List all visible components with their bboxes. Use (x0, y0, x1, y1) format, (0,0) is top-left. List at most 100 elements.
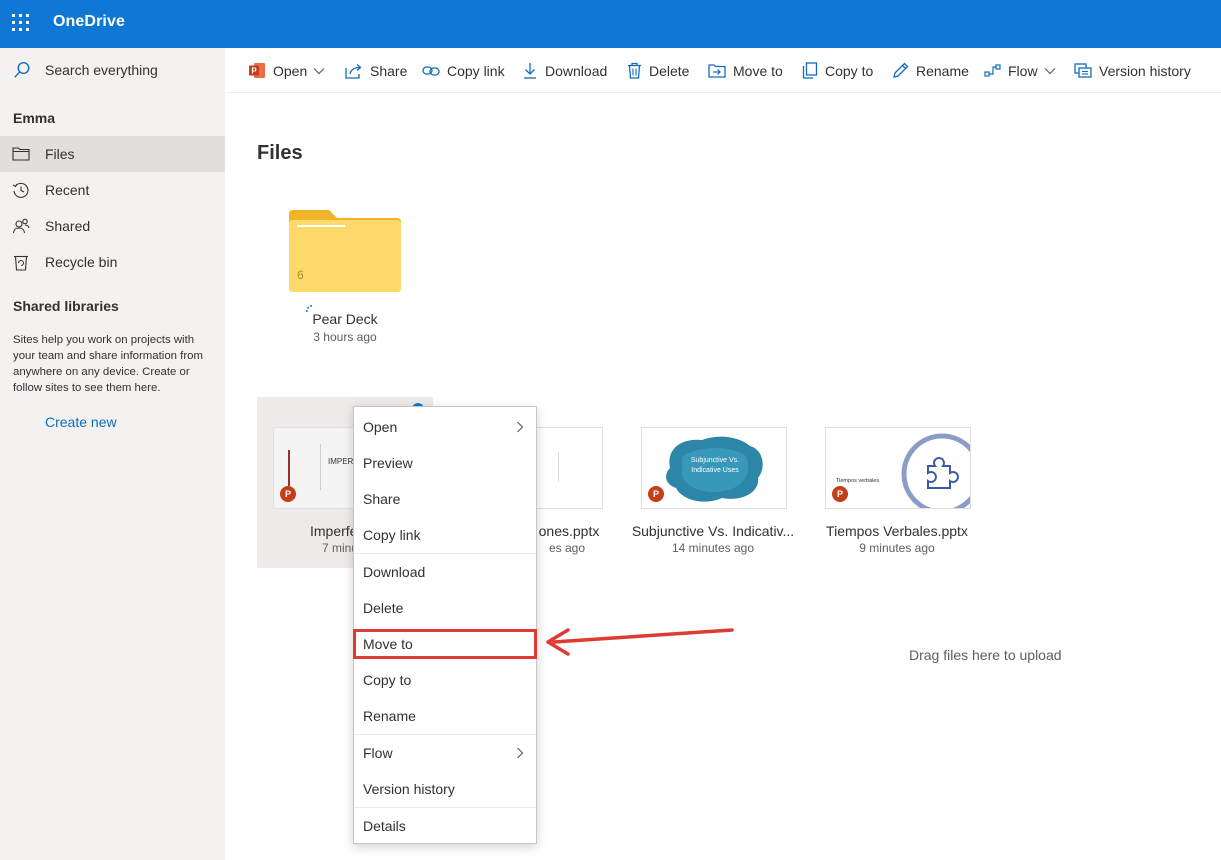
menu-item-label: Move to (363, 636, 413, 652)
version-history-icon (1074, 63, 1092, 78)
menu-item-delete[interactable]: Delete (354, 590, 536, 626)
share-icon (345, 63, 362, 79)
open-label: Open (273, 62, 308, 79)
version-history-label: Version history (1099, 62, 1191, 79)
recycle-bin-icon (13, 255, 28, 271)
menu-item-preview[interactable]: Preview (354, 445, 536, 481)
share-button[interactable]: Share (345, 48, 407, 93)
command-bar: Search everything P Open Share Copy link… (0, 48, 1221, 93)
delete-button[interactable]: Delete (627, 48, 689, 93)
drag-files-hint: Drag files here to upload (909, 647, 1062, 663)
left-nav: Emma Files Recent Shared Recycle bin Sha… (0, 93, 225, 860)
app-launcher-icon[interactable] (12, 14, 30, 32)
svg-text:P: P (251, 67, 257, 76)
sidebar-item-label: Recent (45, 182, 90, 198)
chevron-right-icon (517, 421, 524, 433)
rename-label: Rename (916, 62, 969, 79)
file-name: Subjunctive Vs. Indicativ... (631, 523, 795, 539)
menu-item-rename[interactable]: Rename (354, 698, 536, 734)
chevron-down-icon (1044, 67, 1055, 74)
folder-modified: 3 hours ago (313, 330, 377, 344)
rename-button[interactable]: Rename (892, 48, 969, 93)
search-placeholder: Search everything (45, 62, 158, 78)
link-icon (422, 65, 440, 76)
menu-item-label: Delete (363, 600, 404, 616)
menu-item-share[interactable]: Share (354, 481, 536, 517)
thumbnail-text: Subjunctive Vs. Indicative Uses (690, 457, 740, 474)
sidebar-item-label: Shared (45, 218, 91, 234)
file-modified: 9 minutes ago (859, 541, 935, 555)
menu-item-download[interactable]: Download (354, 554, 536, 590)
chevron-right-icon (517, 747, 524, 759)
menu-item-copy-link[interactable]: Copy link (354, 517, 536, 553)
share-label: Share (370, 62, 408, 79)
menu-item-label: Share (363, 491, 401, 507)
folder-tile-pear-deck[interactable]: 6 (285, 206, 405, 296)
move-to-button[interactable]: Move to (708, 48, 783, 93)
search-input[interactable]: Search everything (0, 48, 225, 93)
menu-item-label: Copy to (363, 672, 412, 688)
menu-item-label: Version history (363, 781, 455, 797)
shared-libraries-description: Sites help you work on projects with you… (13, 334, 203, 394)
context-menu: Open Preview Share Copy link Download De… (353, 406, 537, 844)
sidebar-item-recent[interactable]: Recent (0, 172, 225, 208)
copy-to-icon (802, 62, 818, 79)
flow-button[interactable]: Flow (984, 48, 1056, 93)
menu-item-version-history[interactable]: Version history (354, 771, 536, 807)
sidebar-item-recycle-bin[interactable]: Recycle bin (0, 244, 225, 280)
app-title[interactable]: OneDrive (53, 13, 125, 31)
copy-to-button[interactable]: Copy to (802, 48, 873, 93)
sidebar-item-label: Files (45, 146, 75, 162)
file-tile-tiempos[interactable]: Tiempos verbales P Tiempos Verbales.pptx… (809, 397, 985, 568)
page-title: Files (257, 142, 303, 164)
folder-item-count: 6 (297, 268, 304, 282)
sidebar-item-label: Recycle bin (45, 254, 118, 270)
flow-icon (984, 64, 1001, 77)
powerpoint-badge-icon: P (280, 486, 296, 502)
puzzle-image (901, 433, 970, 508)
shared-libraries-heading: Shared libraries (13, 298, 119, 314)
powerpoint-badge-icon: P (648, 486, 664, 502)
move-to-icon (708, 64, 726, 78)
annotation-arrow-icon (546, 628, 734, 656)
menu-item-label: Download (363, 564, 426, 580)
pencil-icon (893, 62, 909, 78)
menu-item-label: Open (363, 419, 398, 435)
menu-item-label: Copy link (363, 527, 421, 543)
file-name: Tiempos Verbales.pptx (826, 523, 968, 539)
user-name: Emma (13, 110, 56, 126)
menu-item-label: Preview (363, 455, 413, 471)
search-icon (14, 61, 30, 78)
menu-item-details[interactable]: Details (354, 808, 536, 844)
download-label: Download (545, 62, 608, 79)
menu-item-label: Details (363, 818, 406, 834)
chevron-down-icon (313, 67, 325, 74)
folder-icon (11, 147, 30, 161)
thumbnail-text: Tiempos verbales (836, 478, 880, 484)
move-to-label: Move to (733, 62, 783, 79)
menu-item-label: Flow (363, 745, 393, 761)
people-icon (12, 218, 30, 234)
version-history-button[interactable]: Version history (1074, 48, 1191, 93)
sidebar-item-shared[interactable]: Shared (0, 208, 225, 244)
clock-icon (12, 182, 29, 198)
copy-link-button[interactable]: Copy link (422, 48, 505, 93)
menu-item-copy-to[interactable]: Copy to (354, 662, 536, 698)
trash-icon (628, 62, 641, 79)
file-tile-subjunctive[interactable]: Subjunctive Vs. Indicative Uses P Subjun… (625, 397, 801, 568)
copy-to-label: Copy to (825, 62, 874, 79)
menu-item-open[interactable]: Open (354, 409, 536, 445)
file-modified: 14 minutes ago (671, 541, 755, 555)
folder-name[interactable]: Pear Deck (257, 311, 433, 327)
copy-link-label: Copy link (447, 62, 505, 79)
file-thumbnail: Tiempos verbales P (825, 427, 971, 509)
powerpoint-icon: P (249, 63, 265, 78)
powerpoint-badge-icon: P (832, 486, 848, 502)
open-button[interactable]: P Open (249, 48, 325, 93)
create-new-link[interactable]: Create new (45, 414, 117, 430)
download-button[interactable]: Download (522, 48, 607, 93)
flow-label: Flow (1008, 62, 1038, 79)
menu-item-move-to[interactable]: Move to (354, 626, 536, 662)
sidebar-item-files[interactable]: Files (0, 136, 225, 172)
menu-item-flow[interactable]: Flow (354, 735, 536, 771)
